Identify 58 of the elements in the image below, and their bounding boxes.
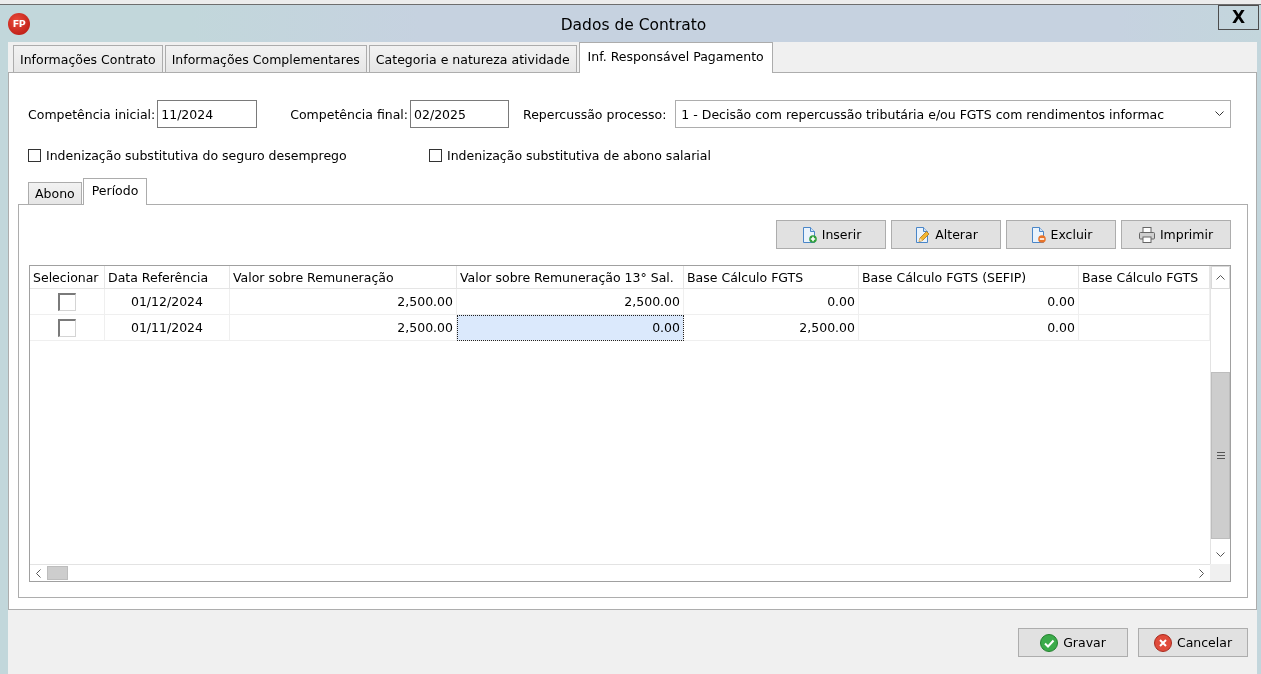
save-button[interactable]: Gravar [1018, 628, 1128, 657]
tab[interactable]: Período [82, 178, 148, 205]
table-cell: 0.00 [859, 289, 1079, 315]
field-label: Competência inicial: [28, 106, 156, 122]
tab[interactable]: Abono [28, 182, 82, 204]
table-cell: 2,500.00 [230, 289, 457, 315]
checkbox[interactable] [429, 149, 442, 162]
cancel-button[interactable]: Cancelar [1138, 628, 1248, 657]
chevron-down-icon [1215, 111, 1224, 117]
table-cell: 0.00 [684, 289, 859, 315]
printer-icon [1138, 226, 1155, 243]
column-header[interactable]: Valor sobre Remuneração [230, 266, 457, 289]
checkbox-label: Indenização substitutiva do seguro desemprego [46, 148, 347, 163]
field-label: Competência final: [290, 106, 409, 122]
insert-button[interactable]: Inserir [776, 220, 886, 249]
tab[interactable]: Informações Contrato [13, 45, 163, 72]
dropdown-field[interactable]: 1 - Decisão com repercussão tributária e/ou FGTS com rendimentos informac [675, 100, 1231, 128]
grip-lines-icon [1216, 452, 1225, 459]
table-cell: 01/11/2024 [105, 315, 230, 341]
table-cell: 2,500.00 [230, 315, 457, 341]
tab[interactable]: Categoria e natureza atividade [368, 45, 577, 72]
x-circle-icon [1153, 633, 1172, 652]
table-cell: 0.00 [457, 315, 684, 341]
field-label: Repercussão processo: [523, 106, 667, 122]
document-minus-icon [1029, 226, 1046, 243]
print-button[interactable]: Imprimir [1121, 220, 1231, 249]
checkbox-label: Indenização substitutiva de abono salarial [447, 148, 711, 163]
table-cell: 01/12/2024 [105, 289, 230, 315]
chevron-left-icon [36, 568, 41, 578]
scrollbar-thumb[interactable] [47, 566, 68, 580]
table-cell: 2,500.00 [684, 315, 859, 341]
window-title: Dados de Contrato [560, 14, 707, 35]
app-logo: FP [8, 12, 30, 35]
chevron-up-icon [1216, 275, 1225, 280]
check-circle-icon [1040, 633, 1059, 652]
scrollbar-corner [1210, 564, 1230, 581]
document-plus-icon [800, 226, 817, 243]
scrollbar-thumb[interactable] [1211, 372, 1230, 539]
checkbox[interactable] [28, 149, 41, 162]
chevron-right-icon [1199, 568, 1204, 578]
tab[interactable]: Inf. Responsável Pagamento [578, 42, 773, 73]
chevron-down-icon [1216, 551, 1225, 557]
column-header[interactable]: Base Cálculo FGTS [684, 266, 859, 289]
document-pencil-icon [914, 226, 931, 243]
delete-button[interactable]: Excluir [1006, 220, 1116, 249]
close-button[interactable]: X [1218, 5, 1259, 30]
column-header[interactable]: Base Cálculo FGTS (SEFIP) [859, 266, 1079, 289]
text-field[interactable]: 02/2025 [410, 100, 510, 128]
table-cell: 0.00 [859, 315, 1079, 341]
tab[interactable]: Informações Complementares [164, 45, 367, 72]
column-header[interactable]: Data Referência [105, 266, 230, 289]
row-checkbox[interactable] [58, 292, 76, 311]
edit-button[interactable]: Alterar [891, 220, 1001, 249]
row-checkbox[interactable] [58, 318, 76, 337]
column-header[interactable]: Valor sobre Remuneração 13° Sal. [457, 266, 684, 289]
column-header[interactable]: Base Cálculo FGTS [1079, 266, 1210, 289]
text-field[interactable]: 11/2024 [157, 100, 258, 128]
column-header[interactable]: Selecionar [30, 266, 105, 289]
